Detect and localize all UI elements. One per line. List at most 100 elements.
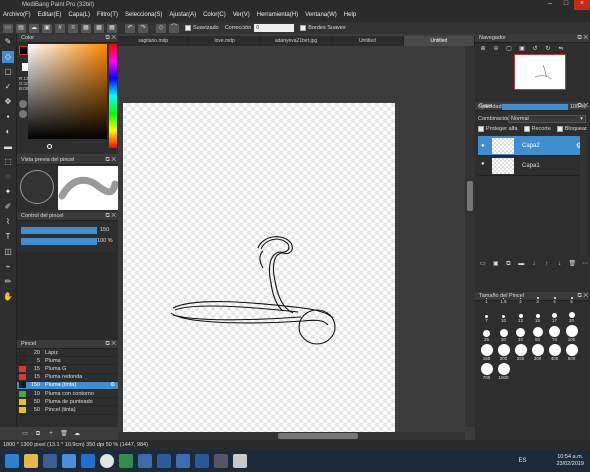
menu-archivo[interactable]: Archivo(F) xyxy=(3,12,31,18)
delete-layer-icon[interactable]: 🗑 xyxy=(567,260,577,268)
more-icon[interactable]: ⋯ xyxy=(580,260,590,268)
blend-select[interactable]: Normal ▾ xyxy=(508,115,586,123)
panel-close-icon[interactable]: ⧉ ✕ xyxy=(105,34,116,43)
tab-untitled-2[interactable]: Untitled xyxy=(403,36,476,46)
move-up-icon[interactable]: ↑ xyxy=(542,260,552,268)
hand-tool-icon[interactable]: ✋ xyxy=(2,291,14,303)
size-cell[interactable]: 100 xyxy=(563,323,580,342)
size-cell[interactable]: 500 xyxy=(563,342,580,361)
app2-icon[interactable] xyxy=(62,454,76,468)
size-cell[interactable]: 25 xyxy=(478,323,495,342)
size-cell[interactable]: 200 xyxy=(495,342,512,361)
maximize-icon[interactable]: □ xyxy=(558,0,574,10)
delete-icon[interactable]: 🗑 xyxy=(59,430,69,438)
menu-selecciona[interactable]: Selecciona(S) xyxy=(125,12,162,18)
layer-opacity-slider[interactable] xyxy=(502,104,568,110)
size-cell[interactable]: 1 xyxy=(478,285,495,304)
zoom-out-icon[interactable]: ⊖ xyxy=(491,45,501,53)
start-icon[interactable] xyxy=(5,454,19,468)
lasso-icon[interactable]: ⌒ xyxy=(169,23,179,33)
app3-icon[interactable] xyxy=(119,454,133,468)
size-cell[interactable]: 17 xyxy=(546,304,563,323)
add-icon[interactable]: + xyxy=(46,430,56,438)
pencil2-tool-icon[interactable]: ✏ xyxy=(2,276,14,288)
size-cell[interactable]: 10 xyxy=(495,304,512,323)
layer-item-capa1[interactable]: ● Capa1 xyxy=(478,156,586,176)
clock[interactable]: 10:54 a.m. 23/02/2019 xyxy=(556,454,584,468)
foreground-color-swatch[interactable] xyxy=(19,46,28,55)
size-cell[interactable]: 7 xyxy=(478,304,495,323)
tab-adanyeva[interactable]: adanyeva21bet.jpg xyxy=(261,36,333,46)
gradient-tool-icon[interactable]: ▬ xyxy=(2,141,14,153)
dropper-tool-icon[interactable]: ⌇ xyxy=(2,216,14,228)
brush-item[interactable]: 20 Lápiz xyxy=(17,349,118,358)
size-cell[interactable]: 700 xyxy=(478,361,495,380)
size-cell[interactable]: 50 xyxy=(529,323,546,342)
copy-brush-icon[interactable]: ⧉ xyxy=(33,430,43,438)
menu-filtro[interactable]: Filtro(T) xyxy=(97,12,118,18)
grid4-icon[interactable]: ▦ xyxy=(107,23,117,33)
flip-icon[interactable]: ⇋ xyxy=(556,45,566,53)
suavizado-checkbox[interactable] xyxy=(185,25,191,31)
horizontal-scroll-thumb[interactable] xyxy=(278,433,358,439)
eraser-tool-icon[interactable]: ◇ xyxy=(2,51,14,63)
panel-close-icon[interactable]: ⧉ ✕ xyxy=(105,156,116,165)
layer-scrollbar[interactable] xyxy=(580,136,586,256)
rotate-right-icon[interactable]: ↻ xyxy=(543,45,553,53)
drawing-canvas[interactable] xyxy=(123,103,395,434)
undo-icon[interactable]: ↶ xyxy=(125,23,135,33)
menu-herramienta[interactable]: Herramienta(H) xyxy=(257,12,298,18)
size-cell[interactable]: 3 xyxy=(529,285,546,304)
app5-icon[interactable] xyxy=(157,454,171,468)
merge-icon[interactable]: ↓ xyxy=(529,260,539,268)
close-icon[interactable]: × xyxy=(574,0,590,10)
cloud-icon[interactable]: ☁ xyxy=(29,23,39,33)
browser-icon[interactable] xyxy=(81,454,95,468)
size-cell[interactable]: 20 xyxy=(563,304,580,323)
check-tool-icon[interactable]: ✓ xyxy=(2,81,14,93)
brush-item[interactable]: 50 Pluma de punteado xyxy=(17,398,118,407)
size-cell[interactable]: 250 xyxy=(512,342,529,361)
save-icon[interactable]: ▣ xyxy=(42,23,52,33)
size-cell[interactable]: 30 xyxy=(495,323,512,342)
add-brush-icon[interactable]: ▭ xyxy=(20,430,30,438)
app-icon[interactable] xyxy=(43,454,57,468)
brush-item[interactable]: 5 Pluma xyxy=(17,357,118,366)
hue-slider[interactable] xyxy=(109,44,117,148)
lasso-tool-icon[interactable]: ◌ xyxy=(2,171,14,183)
tab-sagitario[interactable]: sagitario.mdp xyxy=(118,36,190,46)
menu-editar[interactable]: Editar(E) xyxy=(38,12,62,18)
pen-select-icon[interactable]: ✐ xyxy=(2,201,14,213)
horizontal-scrollbar[interactable] xyxy=(118,432,465,440)
menu-capa[interactable]: Capa(L) xyxy=(68,12,90,18)
medibang-icon[interactable] xyxy=(233,454,247,468)
tab-untitled-1[interactable]: Untitled xyxy=(332,36,404,46)
brush-item[interactable]: 50 Pincel (tinta) xyxy=(17,406,118,415)
bucket-tool-icon[interactable]: ◐ xyxy=(2,126,14,138)
grid2-icon[interactable]: ▦ xyxy=(81,23,91,33)
menu-help[interactable]: Help xyxy=(344,12,356,18)
brush-tool-icon[interactable]: ✎ xyxy=(2,36,14,48)
explorer-icon[interactable] xyxy=(24,454,38,468)
color-mode-icon[interactable] xyxy=(19,100,27,108)
color-picker-cursor[interactable] xyxy=(47,144,52,149)
brush-opacity-slider[interactable] xyxy=(21,238,97,245)
word-icon[interactable] xyxy=(195,454,209,468)
redo-icon[interactable]: ↷ xyxy=(138,23,148,33)
menu-ventana[interactable]: Ventana(W) xyxy=(305,12,337,18)
lock-checkbox[interactable] xyxy=(556,126,563,132)
new-layer2-icon[interactable]: ▣ xyxy=(491,260,501,268)
open-file-icon[interactable]: ▤ xyxy=(16,23,26,33)
app7-icon[interactable] xyxy=(214,454,228,468)
eyedropper-tool-icon[interactable]: ⌁ xyxy=(2,261,14,273)
actual-size-icon[interactable]: ▣ xyxy=(517,45,527,53)
cloud-brush-icon[interactable]: ☁ xyxy=(72,430,82,438)
brush-item[interactable]: 15 Pluma G xyxy=(17,365,118,374)
navigator-thumbnail[interactable] xyxy=(514,54,566,90)
tab-love[interactable]: love.mdp xyxy=(189,36,261,46)
size-cell[interactable]: 4 xyxy=(546,285,563,304)
vertical-scrollbar[interactable] xyxy=(465,46,475,427)
move-tool-icon[interactable]: ✥ xyxy=(2,96,14,108)
size-cell[interactable]: 12 xyxy=(512,304,529,323)
size-cell[interactable]: 150 xyxy=(478,342,495,361)
